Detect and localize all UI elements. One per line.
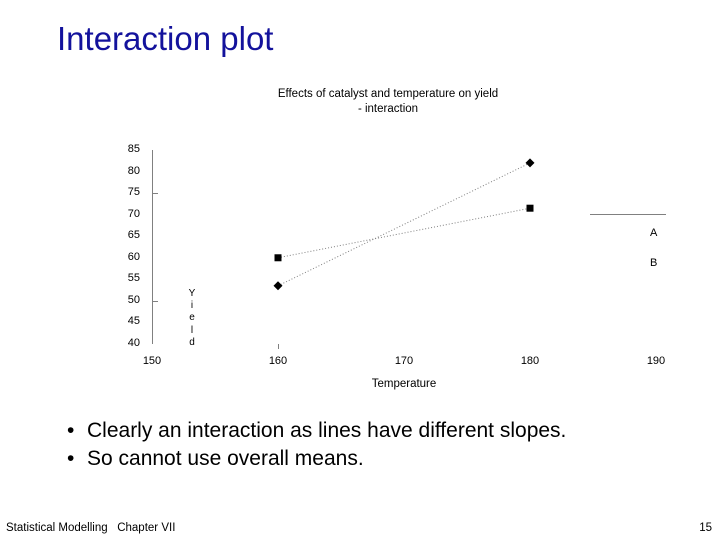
chart-title: Effects of catalyst and temperature on y… xyxy=(88,87,688,117)
bullet-text: So cannot use overall means. xyxy=(87,447,364,470)
x-axis-tick-label: 150 xyxy=(142,355,162,367)
data-point-diamond-b xyxy=(273,281,283,291)
legend-item-a: A xyxy=(588,226,698,242)
legend-square-marker-icon xyxy=(616,230,626,240)
series-plot xyxy=(273,158,535,291)
x-axis-tick-label: 190 xyxy=(646,355,666,367)
bullet-text: Clearly an interaction as lines have dif… xyxy=(87,419,567,442)
bullet-marker-icon: • xyxy=(67,419,75,442)
y-axis-tick-label: 55 xyxy=(127,272,140,284)
bullet-list: • Clearly an interaction as lines have di… xyxy=(55,418,675,474)
x-axis-tick xyxy=(278,344,279,349)
x-axis-tick-label: 160 xyxy=(268,355,288,367)
y-axis-tick-label: 70 xyxy=(127,208,140,220)
chart-title-line2: - interaction xyxy=(357,103,419,115)
footer-page-number: 15 xyxy=(699,522,712,534)
series-line-b xyxy=(277,162,531,287)
chart-title-line1: Effects of catalyst and temperature on y… xyxy=(277,88,499,100)
legend-item-b: B xyxy=(588,256,698,272)
legend-label-b: B xyxy=(650,257,658,269)
page-title: Interaction plot xyxy=(57,20,274,57)
bullet-item: • So cannot use overall means. xyxy=(55,446,675,472)
y-axis-tick-label: 65 xyxy=(127,229,140,241)
plot-region: 85 80 75 70 65 60 55 50 45 40 150 160 170 180 190 Tem… xyxy=(128,144,665,391)
interaction-chart: Effects of catalyst and temperature on y… xyxy=(88,80,688,400)
chart-legend: A B xyxy=(588,208,698,288)
data-point-square-a xyxy=(526,204,534,212)
y-axis-tick-label: 75 xyxy=(127,186,140,198)
data-point-diamond-b xyxy=(525,158,535,168)
y-axis-tick-label: 45 xyxy=(127,315,140,327)
bullet-item: • Clearly an interaction as lines have di… xyxy=(55,418,675,444)
y-axis-tick-label: 60 xyxy=(127,251,140,263)
footer-source: Statistical Modelling Chapter VII xyxy=(6,522,176,534)
y-axis-tick-label: 50 xyxy=(127,294,140,306)
x-axis-tick-label: 180 xyxy=(520,355,540,367)
legend-diamond-marker-icon xyxy=(616,260,626,270)
y-axis-tick-label: 85 xyxy=(127,143,140,155)
x-axis-tick-label: 170 xyxy=(394,355,414,367)
data-point-square-a xyxy=(274,254,282,262)
y-axis-tick-label: 80 xyxy=(127,165,140,177)
series-line-a xyxy=(277,207,531,259)
bullet-marker-icon: • xyxy=(67,447,75,470)
legend-divider xyxy=(590,214,666,215)
x-axis-title: Temperature xyxy=(371,378,437,390)
legend-label-a: A xyxy=(650,227,658,239)
y-axis-tick-label: 40 xyxy=(127,337,140,349)
